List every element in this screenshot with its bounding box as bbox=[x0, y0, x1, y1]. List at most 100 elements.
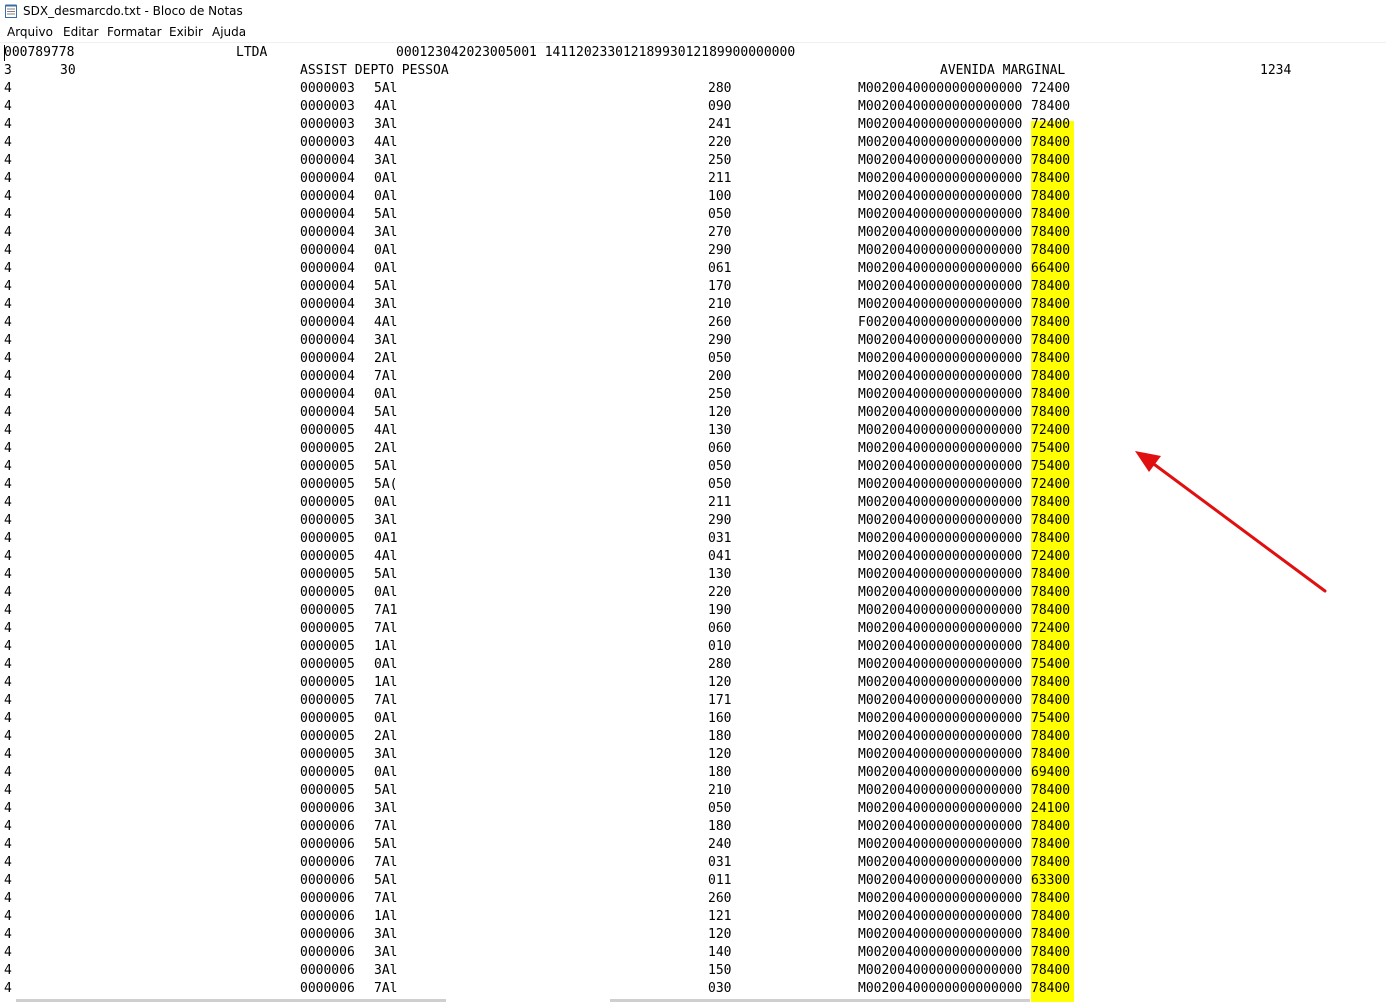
row-code-long: M00200400000000000000 bbox=[858, 333, 1023, 348]
row-code-short: 050 bbox=[708, 801, 732, 816]
row-code-long: M00200400000000000000 bbox=[858, 675, 1023, 690]
row-type: 4 bbox=[4, 315, 12, 330]
row-value: 78400 bbox=[1031, 747, 1071, 762]
record-row: 4 0000005 1Al 120 M00200400000000000000 78400 bbox=[0, 674, 1386, 692]
row-value: 78400 bbox=[1031, 567, 1071, 582]
row-code-long: M00200400000000000000 bbox=[858, 765, 1023, 780]
row-code-short: 010 bbox=[708, 639, 732, 654]
record-row: 4 0000004 3Al 290 M00200400000000000000 78400 bbox=[0, 332, 1386, 350]
row-type: 4 bbox=[4, 297, 12, 312]
row-class: 1Al bbox=[374, 675, 398, 690]
record-row: 4 0000005 0Al 280 M00200400000000000000 75400 bbox=[0, 656, 1386, 674]
row-class: 3Al bbox=[374, 801, 398, 816]
row-value: 75400 bbox=[1031, 711, 1071, 726]
row-value: 78400 bbox=[1031, 729, 1071, 744]
row-code-long: M00200400000000000000 bbox=[858, 585, 1023, 600]
row-code-short: 050 bbox=[708, 459, 732, 474]
row-type: 4 bbox=[4, 621, 12, 636]
row-id: 0000006 bbox=[300, 801, 355, 816]
row-id: 0000005 bbox=[300, 531, 355, 546]
menu-exibir[interactable]: Exibir bbox=[169, 25, 203, 39]
horizontal-scrollbar-right[interactable] bbox=[610, 999, 1030, 1002]
row-id: 0000005 bbox=[300, 729, 355, 744]
row-type: 4 bbox=[4, 117, 12, 132]
row-class: 1Al bbox=[374, 909, 398, 924]
row-code-long: M00200400000000000000 bbox=[858, 963, 1023, 978]
row-code-long: M00200400000000000000 bbox=[858, 225, 1023, 240]
row-code-short: 041 bbox=[708, 549, 732, 564]
row-class: 4Al bbox=[374, 423, 398, 438]
row-id: 0000004 bbox=[300, 333, 355, 348]
text-caret bbox=[4, 45, 5, 61]
row-value: 78400 bbox=[1031, 135, 1071, 150]
record-row: 4 0000004 5Al 050 M00200400000000000000 78400 bbox=[0, 206, 1386, 224]
record-row: 4 0000004 0Al 061 M00200400000000000000 66400 bbox=[0, 260, 1386, 278]
row-code-long: M00200400000000000000 bbox=[858, 747, 1023, 762]
menu-editar[interactable]: Editar bbox=[63, 25, 99, 39]
row-code-short: 190 bbox=[708, 603, 732, 618]
row-code-long: M00200400000000000000 bbox=[858, 945, 1023, 960]
record-row: 4 0000004 3Al 270 M00200400000000000000 78400 bbox=[0, 224, 1386, 242]
text-editor[interactable]: 000789778 LTDA 000123042023005001 141120… bbox=[0, 42, 1386, 1002]
row-type: 4 bbox=[4, 477, 12, 492]
row-type: 4 bbox=[4, 981, 12, 996]
menu-arquivo[interactable]: Arquivo bbox=[7, 25, 53, 39]
row-value: 63300 bbox=[1031, 873, 1071, 888]
row-code-short: 031 bbox=[708, 855, 732, 870]
row-class: 5Al bbox=[374, 207, 398, 222]
menu-formatar[interactable]: Formatar bbox=[107, 25, 162, 39]
row-type: 4 bbox=[4, 693, 12, 708]
row-code-short: 050 bbox=[708, 207, 732, 222]
row-type: 4 bbox=[4, 207, 12, 222]
row-code-long: F00200400000000000000 bbox=[858, 315, 1023, 330]
row-value: 78400 bbox=[1031, 891, 1071, 906]
row-class: 5Al bbox=[374, 837, 398, 852]
row-code-long: M00200400000000000000 bbox=[858, 873, 1023, 888]
row-id: 0000005 bbox=[300, 639, 355, 654]
row-id: 0000004 bbox=[300, 369, 355, 384]
record-row: 4 0000004 7Al 200 M00200400000000000000 78400 bbox=[0, 368, 1386, 386]
record-row: 4 0000006 3Al 140 M00200400000000000000 78400 bbox=[0, 944, 1386, 962]
horizontal-scrollbar-left[interactable] bbox=[16, 999, 446, 1002]
row-type: 4 bbox=[4, 459, 12, 474]
row-id: 0000006 bbox=[300, 819, 355, 834]
row-id: 0000004 bbox=[300, 405, 355, 420]
row-type: 4 bbox=[4, 837, 12, 852]
row-value: 78400 bbox=[1031, 513, 1071, 528]
row-id: 0000006 bbox=[300, 981, 355, 996]
row-value: 72400 bbox=[1031, 117, 1071, 132]
row-id: 0000004 bbox=[300, 297, 355, 312]
row-code-long: M00200400000000000000 bbox=[858, 387, 1023, 402]
row-class: 3Al bbox=[374, 117, 398, 132]
header-address: AVENIDA MARGINAL bbox=[940, 63, 1066, 78]
row-code-long: M00200400000000000000 bbox=[858, 495, 1023, 510]
row-id: 0000004 bbox=[300, 243, 355, 258]
row-class: 0A1 bbox=[374, 531, 398, 546]
row-type: 4 bbox=[4, 225, 12, 240]
row-code-short: 160 bbox=[708, 711, 732, 726]
row-value: 78400 bbox=[1031, 243, 1071, 258]
row-value: 78400 bbox=[1031, 207, 1071, 222]
row-value: 78400 bbox=[1031, 783, 1071, 798]
row-class: 7Al bbox=[374, 621, 398, 636]
row-code-long: M00200400000000000000 bbox=[858, 855, 1023, 870]
menu-ajuda[interactable]: Ajuda bbox=[212, 25, 246, 39]
row-code-short: 210 bbox=[708, 783, 732, 798]
row-id: 0000005 bbox=[300, 585, 355, 600]
row-value: 78400 bbox=[1031, 963, 1071, 978]
row-code-short: 140 bbox=[708, 945, 732, 960]
record-row: 4 0000005 1Al 010 M00200400000000000000 78400 bbox=[0, 638, 1386, 656]
row-code-short: 030 bbox=[708, 981, 732, 996]
row-class: 0Al bbox=[374, 765, 398, 780]
row-type: 4 bbox=[4, 963, 12, 978]
row-code-short: 220 bbox=[708, 585, 732, 600]
row-id: 0000006 bbox=[300, 837, 355, 852]
row-value: 78400 bbox=[1031, 333, 1071, 348]
row-class: 3Al bbox=[374, 225, 398, 240]
row-code-long: M00200400000000000000 bbox=[858, 477, 1023, 492]
row-class: 4Al bbox=[374, 99, 398, 114]
row-code-short: 290 bbox=[708, 243, 732, 258]
row-type: 4 bbox=[4, 873, 12, 888]
row-value: 78400 bbox=[1031, 153, 1071, 168]
record-row: 4 0000004 3Al 210 M00200400000000000000 78400 bbox=[0, 296, 1386, 314]
